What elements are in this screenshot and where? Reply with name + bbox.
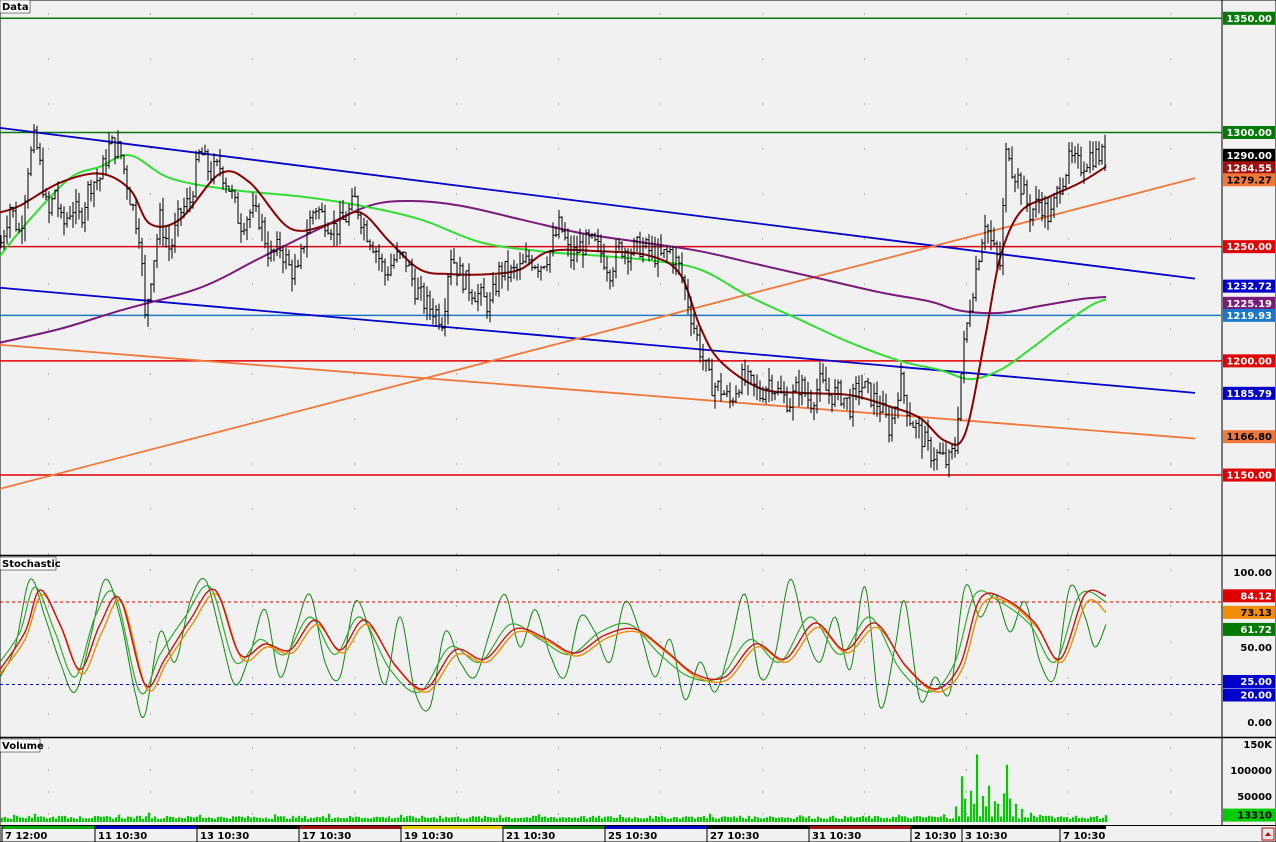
price-axis-tag: 1219.93	[1223, 308, 1275, 322]
stochastic-tick-label: 100.00	[1233, 568, 1272, 579]
price-pane-title: Data	[2, 2, 29, 13]
scroll-button[interactable]	[1261, 827, 1275, 841]
svg-text:1185.79: 1185.79	[1226, 389, 1272, 400]
stochastic-axis-tag: 84.12	[1223, 589, 1275, 603]
stochastic-pane-title: Stochastic	[2, 559, 61, 570]
volume-tick-label: 50000	[1237, 792, 1272, 803]
stochastic-axis-tag: 73.13	[1223, 605, 1275, 619]
time-tick-label: 11 10:30	[98, 831, 147, 842]
stochastic-tick-label: 50.00	[1240, 643, 1272, 654]
time-session-strip	[911, 826, 962, 829]
svg-text:1225.19: 1225.19	[1226, 299, 1272, 310]
time-tick-label: 25 10:30	[608, 831, 657, 842]
svg-text:73.13: 73.13	[1240, 608, 1272, 619]
svg-text:1250.00: 1250.00	[1226, 242, 1272, 253]
svg-text:20.00: 20.00	[1240, 691, 1272, 702]
svg-text:13310: 13310	[1237, 811, 1272, 822]
svg-text:1166.80: 1166.80	[1226, 432, 1272, 443]
stochastic-axis-tag: 20.00	[1223, 688, 1275, 702]
time-session-strip	[401, 826, 503, 829]
price-axis-tag: 1225.19	[1223, 296, 1275, 310]
price-axis-tag: 1166.80	[1223, 430, 1275, 444]
time-tick-label: 17 10:30	[302, 831, 351, 842]
price-axis-tag: 1150.00	[1223, 468, 1275, 482]
svg-text:1350.00: 1350.00	[1226, 14, 1272, 25]
volume-tick-label: 100000	[1230, 766, 1272, 777]
time-tick-label: 2 10:30	[914, 831, 956, 842]
time-tick-label: 13 10:30	[200, 831, 249, 842]
time-tick-label: 27 10:30	[710, 831, 759, 842]
price-axis-tag: 1185.79	[1223, 386, 1275, 400]
svg-text:25.00: 25.00	[1240, 677, 1272, 688]
time-tick-label: 7 12:00	[5, 831, 47, 842]
stochastic-axis-tag: 61.72	[1223, 622, 1275, 636]
time-session-strip	[95, 826, 197, 829]
stochastic-axis-tag: 25.00	[1223, 675, 1275, 688]
price-axis-tag: 1232.72	[1223, 279, 1275, 293]
time-session-strip	[605, 826, 707, 829]
chart-background	[0, 0, 1276, 842]
time-session-strip	[197, 826, 299, 829]
svg-text:1290.00: 1290.00	[1226, 151, 1272, 162]
time-session-strip	[962, 826, 1060, 829]
price-axis-tag: 1284.55	[1223, 161, 1275, 175]
price-axis-tag: 1279.27	[1223, 173, 1275, 187]
time-tick-label: 19 10:30	[404, 831, 453, 842]
time-tick-label: 3 10:30	[965, 831, 1007, 842]
svg-text:1232.72: 1232.72	[1226, 282, 1272, 293]
svg-text:61.72: 61.72	[1240, 625, 1272, 636]
time-session-strip	[2, 826, 95, 829]
time-tick-label: 31 10:30	[812, 831, 861, 842]
time-session-strip	[809, 826, 911, 829]
price-axis-tag: 1200.00	[1223, 354, 1275, 368]
time-session-strip	[503, 826, 605, 829]
volume-pane-title: Volume	[2, 741, 44, 752]
volume-last-tag: 13310	[1223, 808, 1275, 822]
time-session-strip	[707, 826, 809, 829]
volume-tick-label: 150K	[1243, 740, 1273, 751]
svg-text:1219.93: 1219.93	[1226, 311, 1272, 322]
price-axis-tag: 1350.00	[1223, 11, 1275, 25]
svg-text:1200.00: 1200.00	[1226, 356, 1272, 367]
price-axis-tag: 1290.00	[1223, 148, 1275, 162]
price-axis-tag: 1250.00	[1223, 240, 1275, 254]
svg-text:84.12: 84.12	[1240, 591, 1272, 602]
svg-text:1300.00: 1300.00	[1226, 128, 1272, 139]
time-tick-label: 7 10:30	[1063, 831, 1105, 842]
time-session-strip	[299, 826, 401, 829]
svg-text:1150.00: 1150.00	[1226, 471, 1272, 482]
stochastic-tick-label: 0.00	[1247, 718, 1272, 729]
time-session-strip	[1060, 826, 1106, 829]
chart-canvas: 1350.00 1300.00 1290.001284.551279.27 1250.…	[0, 0, 1276, 842]
svg-text:1284.55: 1284.55	[1226, 163, 1272, 174]
price-axis-tag: 1300.00	[1223, 125, 1275, 139]
svg-text:1279.27: 1279.27	[1226, 175, 1272, 186]
time-tick-label: 21 10:30	[506, 831, 555, 842]
